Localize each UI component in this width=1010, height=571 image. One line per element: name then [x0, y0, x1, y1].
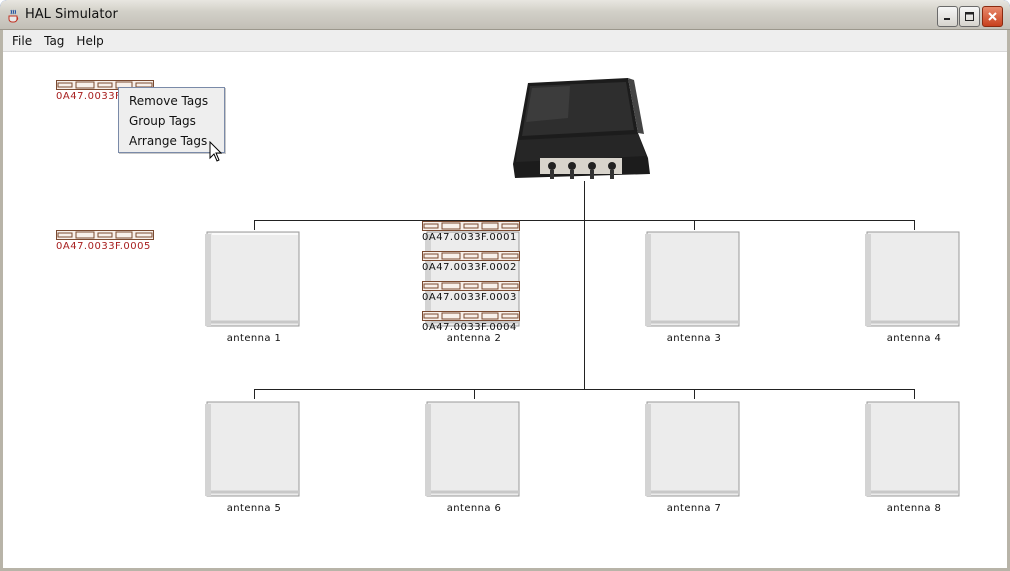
tag-id-label: 0A47.0033F.0005: [56, 241, 151, 252]
maximize-button[interactable]: [959, 6, 980, 27]
rfid-tag-icon: [422, 251, 520, 261]
antenna-label: antenna 7: [666, 503, 722, 514]
tag-id-label: 0A47.0033F.0003: [422, 292, 517, 303]
tag-id-label: 0A47.0033F.0001: [422, 232, 517, 243]
lower-drop-8: [914, 389, 915, 399]
antenna-label: antenna 1: [226, 333, 282, 344]
rfid-tag-icon: [422, 221, 520, 231]
rfid-tag-0001[interactable]: 0A47.0033F.0001: [422, 221, 522, 243]
rfid-tag-0002[interactable]: 0A47.0033F.0002: [422, 251, 522, 273]
rfid-tag-0003[interactable]: 0A47.0033F.0003: [422, 281, 522, 303]
rfid-tag-icon: [422, 311, 520, 321]
menu-help[interactable]: Help: [70, 34, 109, 48]
lower-drop-6: [474, 389, 475, 399]
window-title: HAL Simulator: [25, 7, 118, 22]
lower-bus-line: [254, 389, 915, 390]
lower-drop-5: [254, 389, 255, 399]
upper-drop-3: [694, 220, 695, 230]
antenna-panel-icon: [205, 231, 300, 327]
upper-drop-4: [914, 220, 915, 230]
antenna-label: antenna 8: [886, 503, 942, 514]
antenna-label: antenna 6: [446, 503, 502, 514]
upper-drop-1: [254, 220, 255, 230]
rfid-tag-0005[interactable]: 0A47.0033F.0005: [56, 230, 156, 252]
antenna-label: antenna 4: [886, 333, 942, 344]
maximize-icon: [965, 12, 974, 21]
antenna-label: antenna 5: [226, 503, 282, 514]
java-cup-icon: [8, 9, 19, 23]
upper-bus-line: [254, 220, 915, 221]
rfid-tag-icon: [422, 281, 520, 291]
antenna-label: antenna 2: [446, 333, 502, 344]
minimize-button[interactable]: [937, 6, 958, 27]
menu-item-group-tags[interactable]: Group Tags: [119, 111, 224, 131]
tag-id-label: 0A47.0033F.0004: [422, 322, 517, 333]
antenna-label: antenna 3: [666, 333, 722, 344]
antenna-panel-icon: [645, 401, 740, 497]
antenna-panel-icon: [425, 401, 520, 497]
antenna-panel-icon: [205, 401, 300, 497]
menu-item-remove-tags[interactable]: Remove Tags: [119, 91, 224, 111]
reader-trunk-line: [584, 181, 585, 390]
antenna-panel-icon: [865, 401, 960, 497]
mouse-pointer-icon: [209, 141, 223, 162]
rfid-tag-icon: [56, 230, 154, 240]
antenna-panel-icon: [645, 231, 740, 327]
close-icon: [988, 12, 997, 21]
lower-drop-7: [694, 389, 695, 399]
tag-id-label: 0A47.0033F.0002: [422, 262, 517, 273]
menu-tag[interactable]: Tag: [38, 34, 70, 48]
rfid-tag-0004[interactable]: 0A47.0033F.0004: [422, 311, 522, 333]
rfid-reader-icon[interactable]: [510, 78, 655, 181]
title-bar[interactable]: HAL Simulator: [0, 0, 1010, 30]
antenna-panel-icon: [865, 231, 960, 327]
app-window: HAL Simulator File Tag Help antenna 1 an…: [0, 0, 1010, 571]
minimize-icon: [944, 18, 950, 20]
close-button[interactable]: [982, 6, 1003, 27]
menu-bar: File Tag Help: [3, 30, 1007, 52]
menu-file[interactable]: File: [6, 34, 38, 48]
